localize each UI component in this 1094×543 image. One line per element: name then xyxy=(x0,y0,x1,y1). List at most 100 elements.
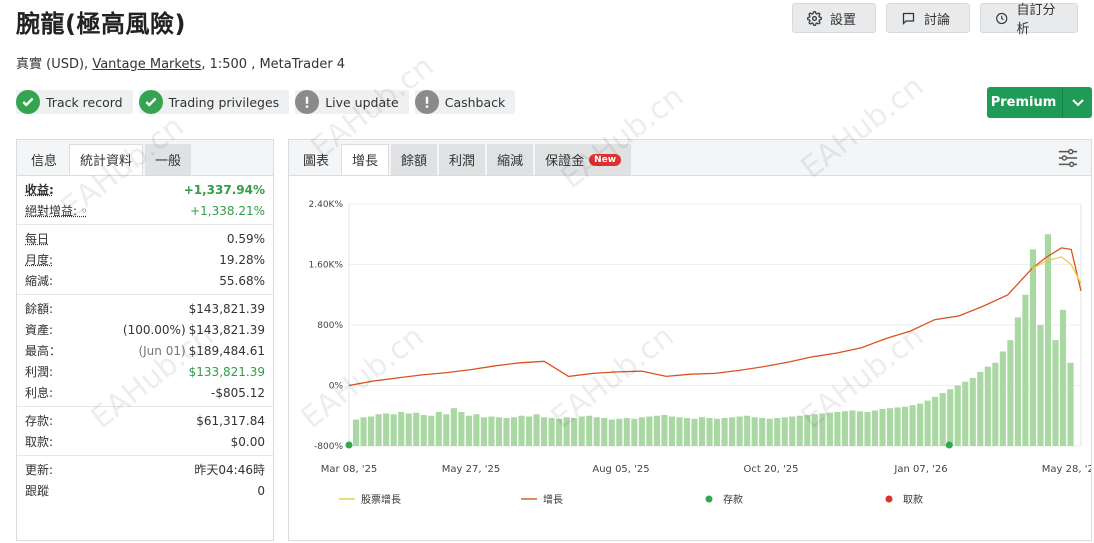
y-tick-label: -800% xyxy=(314,442,343,452)
tab-info[interactable]: 信息 xyxy=(21,144,67,175)
bar xyxy=(383,413,390,446)
monthly-label[interactable]: 月度: xyxy=(25,251,53,268)
chevron-down-icon[interactable] xyxy=(1062,87,1092,118)
custom-analysis-button[interactable]: 自訂分析 xyxy=(980,3,1078,37)
bar xyxy=(413,412,420,446)
bar xyxy=(871,410,879,446)
clock-icon xyxy=(996,12,1008,24)
abs-gain-label[interactable]: 絕對增益: ◦ xyxy=(25,202,88,219)
daily-label[interactable]: 每日 xyxy=(25,230,49,247)
settings-button[interactable]: 設置 xyxy=(792,3,876,33)
bar xyxy=(556,418,563,446)
bar xyxy=(1007,340,1014,446)
drawdown-label: 縮減: xyxy=(25,274,54,288)
legend-label: 增長 xyxy=(543,493,563,506)
bar xyxy=(691,418,698,446)
stats-group-rates: 每日 0.59% 月度: 19.28% 縮減: 55.68% xyxy=(17,225,273,295)
tab-profit[interactable]: 利潤 xyxy=(439,144,486,175)
bar xyxy=(548,418,555,446)
highest-date: (Jun 01) xyxy=(138,343,186,358)
tab-balance[interactable]: 餘額 xyxy=(391,144,438,175)
bar xyxy=(826,412,833,446)
badge-cashback[interactable]: Cashback xyxy=(414,90,516,114)
badge-label: Cashback xyxy=(444,94,506,110)
bar xyxy=(977,371,984,446)
new-badge: New xyxy=(589,153,622,166)
balance-label: 餘額: xyxy=(25,302,54,316)
bar xyxy=(947,389,954,446)
profit-label: 利潤: xyxy=(25,365,54,379)
deposit-dot xyxy=(345,441,353,449)
top-actions: 設置 討論 自訂分析 xyxy=(792,3,1078,37)
tab-statistics[interactable]: 統計資料 xyxy=(69,144,144,175)
badge-trading-privileges[interactable]: Trading privileges xyxy=(138,90,290,114)
legend-label: 取款 xyxy=(903,493,923,506)
x-tick-label: Aug 05, '25 xyxy=(592,464,649,475)
bar xyxy=(525,416,533,446)
bar xyxy=(781,417,788,446)
bar xyxy=(729,417,736,446)
profit-value: $133,821.39 xyxy=(188,364,265,379)
tab-growth[interactable]: 增長 xyxy=(341,144,390,175)
tab-drawdown[interactable]: 縮減 xyxy=(487,144,534,175)
bar xyxy=(1022,294,1029,446)
equity-label: 資產: xyxy=(25,323,54,337)
bar xyxy=(465,415,472,446)
bar xyxy=(571,418,578,446)
tab-chart[interactable]: 圖表 xyxy=(293,144,339,175)
equity-value: (100.00%) $143,821.39 xyxy=(123,323,265,337)
growth-chart: 2.40K% 1.60K% 800% 0% -800% Mar 08, '25 May 27… xyxy=(309,200,1092,506)
legend-label: 存款 xyxy=(723,493,743,506)
premium-button[interactable]: Premium xyxy=(987,87,1092,118)
bar xyxy=(894,407,901,446)
drawdown-value: 55.68% xyxy=(219,273,265,288)
series-line xyxy=(348,247,1082,387)
bar xyxy=(623,418,630,446)
bar xyxy=(578,416,585,446)
tab-margin[interactable]: 保證金 New xyxy=(535,144,632,175)
equity-percent: (100.00%) xyxy=(122,322,186,337)
y-tick-label: 1.60K% xyxy=(309,261,344,271)
bar xyxy=(766,418,773,446)
filter-settings-icon[interactable] xyxy=(1057,148,1079,168)
badge-live-update[interactable]: Live update xyxy=(295,90,409,114)
bar xyxy=(984,366,991,446)
bar xyxy=(661,414,668,446)
x-tick-label: May 27, '25 xyxy=(442,464,500,475)
bar xyxy=(969,377,976,446)
interest-label: 利息: xyxy=(25,386,54,400)
chart-tabs: 圖表 增長 餘額 利潤 縮減 保證金 New xyxy=(289,140,1091,176)
gain-label[interactable]: 收益: xyxy=(25,181,54,198)
gear-icon xyxy=(807,10,822,26)
bar xyxy=(841,411,848,446)
bar xyxy=(736,416,743,446)
bar xyxy=(428,415,435,446)
custom-analysis-label: 自訂分析 xyxy=(1016,3,1056,37)
daily-value: 0.59% xyxy=(226,231,265,246)
bar xyxy=(390,414,397,446)
bar xyxy=(796,415,803,446)
bar xyxy=(924,400,931,446)
y-tick-label: 800% xyxy=(317,321,343,331)
gain-value: +1,337.94% xyxy=(183,182,265,197)
broker-link[interactable]: Vantage Markets xyxy=(92,57,201,72)
tab-general[interactable]: 一般 xyxy=(145,144,192,175)
exclamation-icon xyxy=(414,90,439,114)
bar xyxy=(676,417,683,446)
updated-value: 昨天04:46時 xyxy=(194,463,265,477)
bar xyxy=(541,417,548,446)
bar xyxy=(668,416,675,446)
discuss-button[interactable]: 討論 xyxy=(886,3,970,33)
bar xyxy=(420,414,427,446)
highest-value: (Jun 01) $189,484.61 xyxy=(138,344,265,358)
badge-track-record[interactable]: Track record xyxy=(16,90,133,114)
bar xyxy=(917,403,924,446)
bar xyxy=(954,385,961,446)
premium-label: Premium xyxy=(990,95,1057,110)
bar xyxy=(601,418,608,446)
legend-swatch xyxy=(885,495,893,503)
account-info: 真實 (USD), Vantage Markets, 1:500 , MetaT… xyxy=(16,53,345,72)
bar xyxy=(653,415,660,446)
bar xyxy=(353,419,360,446)
stats-tabs: 信息 統計資料 一般 xyxy=(17,140,273,176)
